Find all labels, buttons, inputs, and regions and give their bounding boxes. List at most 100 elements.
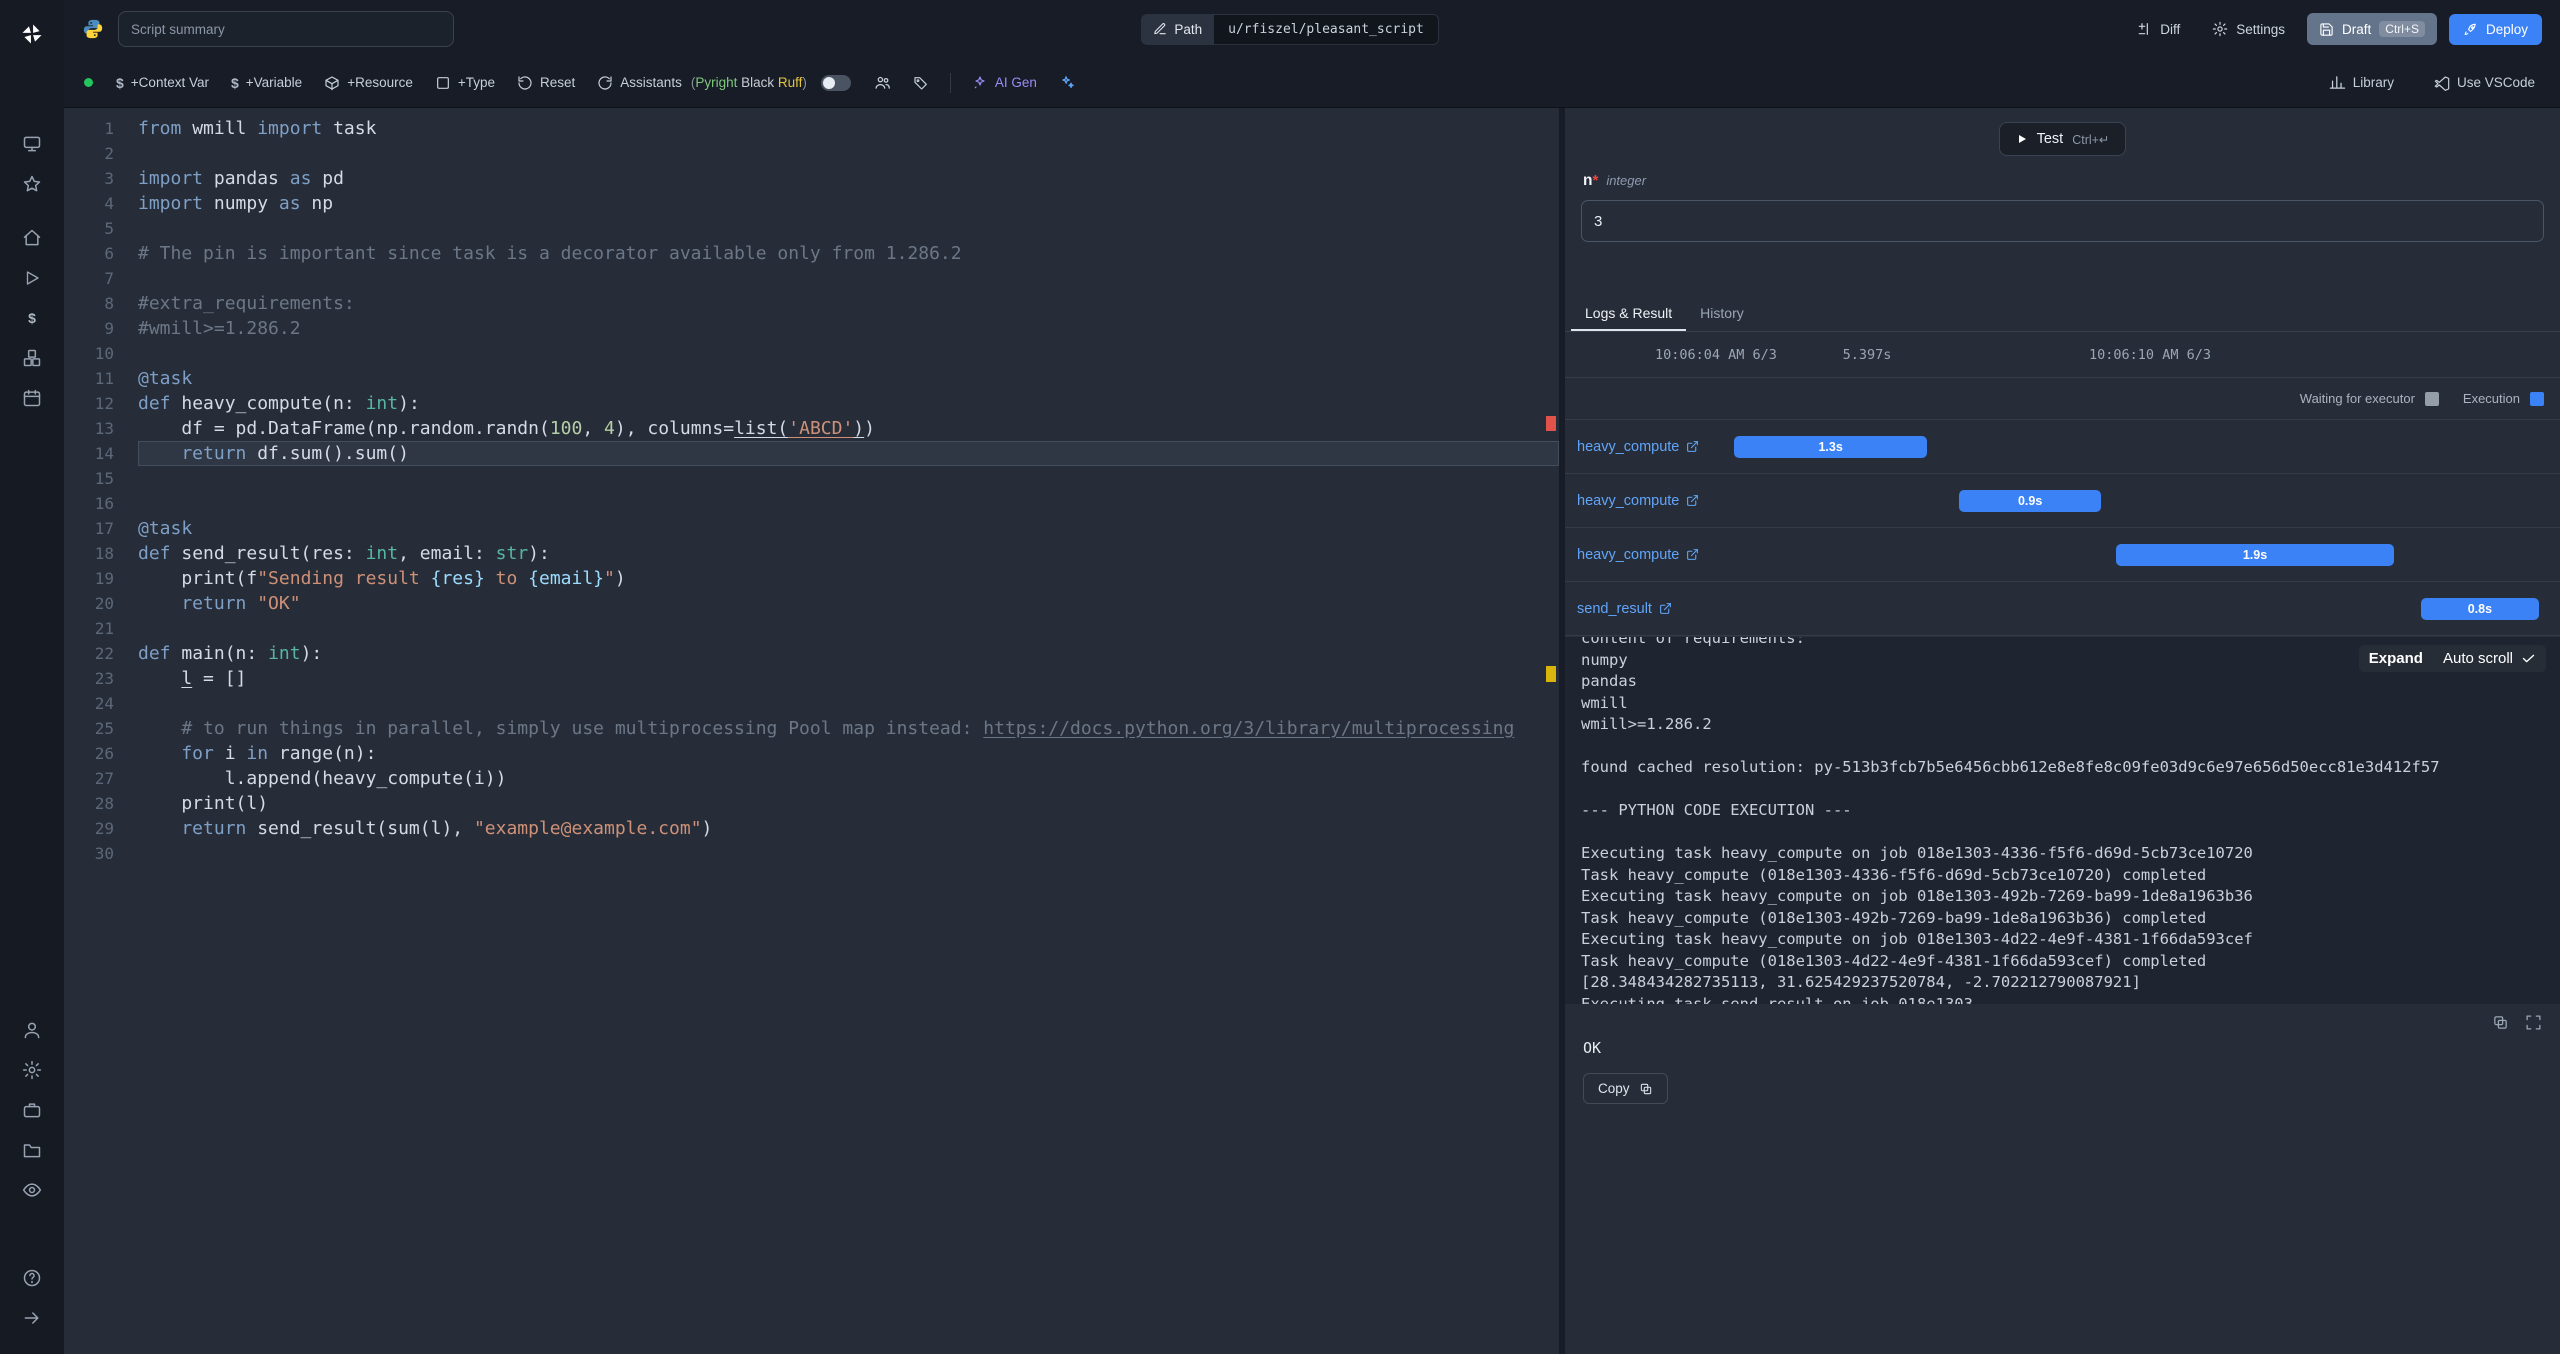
code-line[interactable]: return "OK" <box>138 591 1559 616</box>
line-number[interactable]: 16 <box>64 491 114 516</box>
add-variable-button[interactable]: $ +Variable <box>222 69 311 97</box>
line-number[interactable]: 5 <box>64 216 114 241</box>
line-number[interactable]: 13 <box>64 416 114 441</box>
code-line[interactable] <box>138 466 1559 491</box>
line-number[interactable]: 12 <box>64 391 114 416</box>
line-number[interactable]: 7 <box>64 266 114 291</box>
deploy-button[interactable]: Deploy <box>2448 13 2542 45</box>
code-line[interactable] <box>138 691 1559 716</box>
line-number[interactable]: 6 <box>64 241 114 266</box>
line-number[interactable]: 29 <box>64 816 114 841</box>
error-marker[interactable] <box>1546 416 1556 431</box>
code-line[interactable]: # to run things in parallel, simply use … <box>138 716 1559 741</box>
path-button[interactable]: Path <box>1141 13 1215 45</box>
line-number[interactable]: 19 <box>64 566 114 591</box>
draft-button[interactable]: Draft Ctrl+S <box>2307 13 2437 45</box>
code-line[interactable]: print(l) <box>138 791 1559 816</box>
job-link[interactable]: send_result <box>1577 601 1672 617</box>
code-line[interactable] <box>138 341 1559 366</box>
sidebar-item-resources[interactable] <box>10 338 54 378</box>
assistants-button[interactable]: Assistants <box>588 69 691 97</box>
expand-button[interactable]: Expand <box>2369 650 2423 667</box>
line-number[interactable]: 8 <box>64 291 114 316</box>
code-line[interactable]: def heavy_compute(n: int): <box>138 391 1559 416</box>
sidebar-item-favorites[interactable] <box>10 164 54 204</box>
windmill-logo-icon[interactable] <box>10 14 54 54</box>
code-line[interactable]: @task <box>138 366 1559 391</box>
code-line[interactable]: #wmill>=1.286.2 <box>138 316 1559 341</box>
assistants-toggle[interactable] <box>820 74 851 91</box>
code-line[interactable] <box>138 491 1559 516</box>
code-line[interactable]: def send_result(res: int, email: str): <box>138 541 1559 566</box>
code-line[interactable]: l.append(heavy_compute(i)) <box>138 766 1559 791</box>
code-line[interactable] <box>138 141 1559 166</box>
line-number[interactable]: 14 <box>64 441 114 466</box>
sidebar-item-settings[interactable] <box>10 1050 54 1090</box>
autoscroll-toggle[interactable]: Auto scroll <box>2443 650 2536 667</box>
code-line[interactable]: return send_result(sum(l), "example@exam… <box>138 816 1559 841</box>
code-line[interactable]: import numpy as np <box>138 191 1559 216</box>
sidebar-item-users[interactable] <box>10 1010 54 1050</box>
line-number[interactable]: 20 <box>64 591 114 616</box>
sidebar-item-schedules[interactable] <box>10 378 54 418</box>
sidebar-item-help[interactable] <box>10 1258 54 1298</box>
summary-input[interactable] <box>118 11 454 47</box>
line-number[interactable]: 15 <box>64 466 114 491</box>
line-number[interactable]: 23 <box>64 666 114 691</box>
maximize-icon[interactable] <box>2525 1014 2542 1031</box>
line-number[interactable]: 24 <box>64 691 114 716</box>
line-number[interactable]: 9 <box>64 316 114 341</box>
code-line[interactable] <box>138 616 1559 641</box>
job-link[interactable]: heavy_compute <box>1577 547 1699 563</box>
code-line[interactable]: @task <box>138 516 1559 541</box>
copy-result-icon[interactable] <box>2492 1014 2509 1031</box>
sidebar-item-folders[interactable] <box>10 1130 54 1170</box>
job-link[interactable]: heavy_compute <box>1577 493 1699 509</box>
line-number[interactable]: 3 <box>64 166 114 191</box>
code-lines[interactable]: from wmill import task import pandas as … <box>138 116 1559 1354</box>
script-path[interactable]: u/rfiszel/pleasant_script <box>1214 13 1439 45</box>
warning-marker[interactable] <box>1546 666 1556 682</box>
test-button[interactable]: Test Ctrl+↵ <box>1998 122 2127 156</box>
line-number[interactable]: 1 <box>64 116 114 141</box>
line-number[interactable]: 11 <box>64 366 114 391</box>
add-context-var-button[interactable]: $ +Context Var <box>107 69 218 97</box>
code-line[interactable]: df = pd.DataFrame(np.random.randn(100, 4… <box>138 416 1559 441</box>
line-number[interactable]: 22 <box>64 641 114 666</box>
sidebar-item-home[interactable] <box>10 218 54 258</box>
line-number[interactable]: 17 <box>64 516 114 541</box>
ai-gen-button[interactable]: AI Gen <box>963 69 1046 97</box>
copy-button[interactable]: Copy <box>1583 1073 1668 1104</box>
diff-button[interactable]: Diff <box>2126 13 2190 45</box>
sidebar-item-workspace[interactable] <box>10 124 54 164</box>
code-line[interactable] <box>138 216 1559 241</box>
code-line[interactable]: # The pin is important since task is a d… <box>138 241 1559 266</box>
code-line[interactable] <box>138 266 1559 291</box>
code-line[interactable]: def main(n: int): <box>138 641 1559 666</box>
code-line[interactable] <box>138 841 1559 866</box>
tag-button[interactable] <box>904 69 938 97</box>
settings-button[interactable]: Settings <box>2202 13 2295 45</box>
line-number[interactable]: 28 <box>64 791 114 816</box>
add-type-button[interactable]: +Type <box>426 69 504 97</box>
multiplayer-button[interactable] <box>865 68 900 97</box>
sidebar-item-runs[interactable] <box>10 258 54 298</box>
line-number[interactable]: 21 <box>64 616 114 641</box>
add-resource-button[interactable]: +Resource <box>315 69 422 97</box>
sidebar-collapse[interactable] <box>10 1298 54 1338</box>
library-button[interactable]: Library <box>2320 68 2403 97</box>
code-line[interactable]: import pandas as pd <box>138 166 1559 191</box>
code-line[interactable]: return df.sum().sum() <box>138 441 1559 466</box>
sidebar-item-variables[interactable]: $ <box>10 298 54 338</box>
code-editor[interactable]: 1 2 3 4 5 6 7 8 9 10 11 12 13 14 15 16 17 18 19 20 21 22 23 24 2… <box>64 108 1559 1354</box>
line-number[interactable]: 30 <box>64 841 114 866</box>
sidebar-item-workers[interactable] <box>10 1090 54 1130</box>
tab-history[interactable]: History <box>1686 294 1758 331</box>
sparkles-button[interactable] <box>1050 68 1085 97</box>
sidebar-item-audit[interactable] <box>10 1170 54 1210</box>
line-number[interactable]: 4 <box>64 191 114 216</box>
code-line[interactable]: for i in range(n): <box>138 741 1559 766</box>
line-number[interactable]: 25 <box>64 716 114 741</box>
line-number[interactable]: 2 <box>64 141 114 166</box>
code-line[interactable]: l = [] <box>138 666 1559 691</box>
